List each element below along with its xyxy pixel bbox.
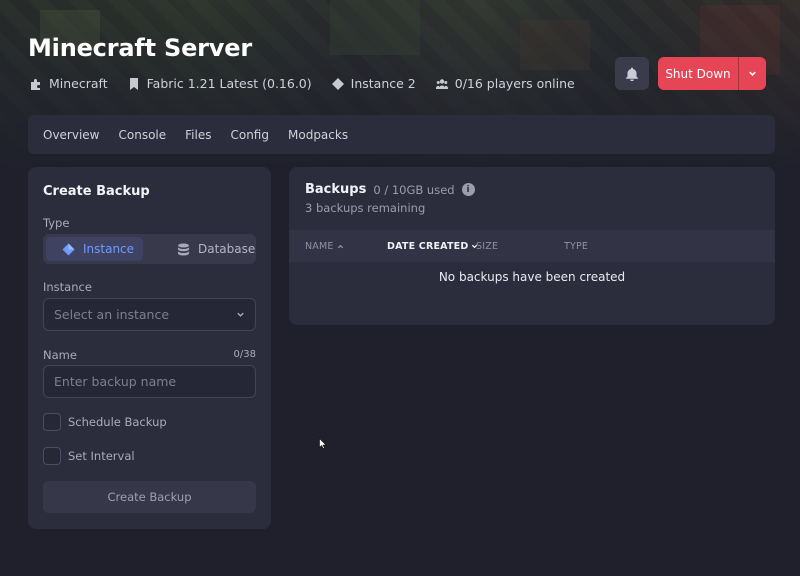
users-icon xyxy=(435,78,448,89)
shutdown-options-button[interactable] xyxy=(739,57,766,90)
meta-game: Minecraft xyxy=(30,76,108,91)
type-label: Type xyxy=(43,216,70,230)
server-meta: Minecraft Fabric 1.21 Latest (0.16.0) In… xyxy=(30,76,575,91)
meta-version: Fabric 1.21 Latest (0.16.0) xyxy=(128,76,312,91)
column-name[interactable]: NAME xyxy=(305,241,344,252)
set-interval-label: Set Interval xyxy=(68,449,135,463)
chevron-down-icon xyxy=(749,71,756,76)
schedule-backup-row[interactable]: Schedule Backup xyxy=(43,413,167,431)
tab-overview[interactable]: Overview xyxy=(43,128,100,142)
backup-name-input[interactable]: Enter backup name xyxy=(43,365,256,398)
column-type[interactable]: TYPE xyxy=(564,241,588,252)
backups-title: Backups xyxy=(305,182,367,197)
create-backup-card: Create Backup Type Instance Database Ins… xyxy=(28,167,271,529)
meta-players: 0/16 players online xyxy=(435,76,575,91)
chevron-up-icon xyxy=(337,244,343,249)
column-name-label: NAME xyxy=(305,241,334,252)
tab-console[interactable]: Console xyxy=(119,128,167,142)
column-type-label: TYPE xyxy=(564,241,589,252)
tab-files[interactable]: Files xyxy=(185,128,211,142)
schedule-backup-label: Schedule Backup xyxy=(68,415,167,429)
type-option-instance-label: Instance xyxy=(83,242,135,256)
puzzle-icon xyxy=(31,78,40,90)
column-date-created[interactable]: DATE CREATED xyxy=(387,241,478,252)
column-date-created-label: DATE CREATED xyxy=(387,241,469,252)
chevron-down-icon xyxy=(237,312,244,317)
meta-players-label: 0/16 players online xyxy=(454,76,575,91)
bookmark-icon xyxy=(129,77,138,90)
meta-instance-label: Instance 2 xyxy=(350,76,416,91)
column-size[interactable]: SIZE xyxy=(476,241,498,252)
backups-card: Backups 0 / 10GB used i 3 backups remain… xyxy=(289,167,775,325)
backup-name-placeholder: Enter backup name xyxy=(54,374,177,389)
backup-type-toggle: Instance Database xyxy=(43,234,256,264)
name-char-counter: 0/38 xyxy=(233,349,256,360)
instance-label: Instance xyxy=(43,280,92,294)
page-title: Minecraft Server xyxy=(28,34,252,62)
server-nav: Overview Console Files Config Modpacks xyxy=(28,115,775,154)
notifications-button[interactable] xyxy=(615,57,649,90)
info-icon[interactable]: i xyxy=(461,183,475,196)
mouse-cursor-icon xyxy=(319,438,326,449)
meta-game-label: Minecraft xyxy=(49,76,108,91)
database-icon xyxy=(178,243,189,255)
meta-version-label: Fabric 1.21 Latest (0.16.0) xyxy=(146,76,312,91)
create-backup-title: Create Backup xyxy=(43,184,150,199)
shutdown-button[interactable]: Shut Down xyxy=(658,57,738,90)
shutdown-button-group: Shut Down xyxy=(658,57,766,90)
create-backup-button[interactable]: Create Backup xyxy=(43,481,256,513)
backups-table-header: NAME DATE CREATED SIZE TYPE xyxy=(289,230,775,262)
meta-instance: Instance 2 xyxy=(331,76,416,91)
backups-header: Backups 0 / 10GB used i xyxy=(305,182,475,197)
set-interval-checkbox[interactable] xyxy=(43,447,61,465)
type-option-database-label: Database xyxy=(198,242,256,256)
column-size-label: SIZE xyxy=(476,241,499,252)
bell-icon xyxy=(626,67,638,81)
schedule-backup-checkbox[interactable] xyxy=(43,413,61,431)
backups-remaining: 3 backups remaining xyxy=(305,201,426,215)
diamond-icon xyxy=(331,77,344,90)
instance-select[interactable]: Select an instance xyxy=(43,298,256,331)
type-option-database[interactable]: Database xyxy=(161,237,256,261)
type-option-instance[interactable]: Instance xyxy=(46,237,143,261)
tab-modpacks[interactable]: Modpacks xyxy=(288,128,348,142)
instance-select-placeholder: Select an instance xyxy=(54,307,170,322)
tab-config[interactable]: Config xyxy=(230,128,269,142)
name-label: Name xyxy=(43,348,77,362)
set-interval-row[interactable]: Set Interval xyxy=(43,447,135,465)
empty-state-message: No backups have been created xyxy=(438,270,626,284)
diamond-icon xyxy=(62,243,75,255)
backups-usage: 0 / 10GB used xyxy=(373,182,455,197)
